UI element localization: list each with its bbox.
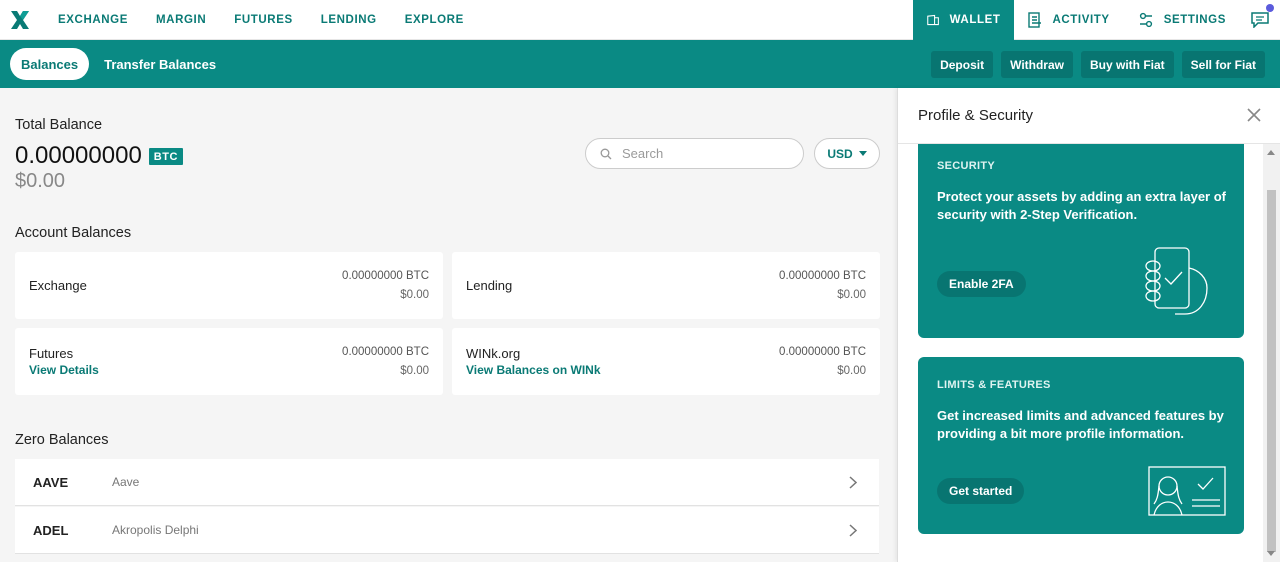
coin-symbol: ADEL — [33, 522, 69, 538]
close-icon[interactable] — [1247, 108, 1261, 122]
view-details-link[interactable]: View Details — [29, 363, 99, 377]
coin-name: Akropolis Delphi — [112, 523, 199, 537]
account-btc: 0.00000000 BTC — [342, 270, 429, 282]
chevron-right-icon — [849, 476, 857, 489]
nav-wallet[interactable]: WALLET — [913, 0, 1015, 40]
security-text: Protect your assets by adding an extra l… — [937, 189, 1226, 222]
scroll-down-icon[interactable] — [1267, 551, 1275, 556]
total-balance-usd: $0.00 — [15, 170, 66, 192]
coin-symbol: AAVE — [33, 474, 69, 490]
limits-kicker: LIMITS & FEATURES — [937, 379, 1051, 391]
wallet-icon — [927, 14, 940, 26]
account-balances-title: Account Balances — [15, 225, 132, 241]
account-btc: 0.00000000 BTC — [779, 270, 866, 282]
account-name: WINk.org — [466, 346, 521, 361]
get-started-button[interactable]: Get started — [937, 478, 1025, 504]
view-balances-wink-link[interactable]: View Balances on WINk — [466, 363, 601, 377]
nav-wallet-label: WALLET — [949, 14, 1001, 26]
account-usd: $0.00 — [837, 365, 866, 377]
nav-activity-label: ACTIVITY — [1052, 14, 1110, 26]
limits-card: LIMITS & FEATURES Get increased limits a… — [918, 357, 1244, 534]
withdraw-button[interactable]: Withdraw — [1001, 51, 1073, 78]
nav-settings-label: SETTINGS — [1163, 14, 1226, 26]
account-usd: $0.00 — [400, 365, 429, 377]
nav-exchange[interactable]: EXCHANGE — [44, 0, 142, 40]
account-name: Exchange — [29, 278, 87, 293]
profile-security-panel: Profile & Security SECURITY Protect your… — [897, 88, 1280, 562]
wallet-subnav: Balances Transfer Balances Deposit Withd… — [0, 40, 1280, 88]
account-card-lending[interactable]: Lending 0.00000000 BTC $0.00 — [452, 252, 880, 319]
nav-explore[interactable]: EXPLORE — [391, 0, 478, 40]
tab-balances[interactable]: Balances — [10, 48, 90, 80]
tab-transfer-balances[interactable]: Transfer Balances — [104, 57, 216, 72]
chat-icon — [1251, 12, 1269, 28]
wallet-actions: Deposit Withdraw Buy with Fiat Sell for … — [931, 51, 1265, 78]
security-kicker: SECURITY — [937, 160, 996, 172]
currency-select[interactable]: USD — [814, 138, 880, 169]
enable-2fa-button[interactable]: Enable 2FA — [937, 271, 1026, 297]
logo-icon[interactable] — [0, 0, 40, 40]
total-btc-value: 0.00000000 — [15, 142, 142, 169]
phone-verification-icon — [1145, 247, 1208, 315]
panel-title: Profile & Security — [898, 88, 1280, 144]
profile-id-icon — [1148, 466, 1226, 516]
scrollbar-thumb[interactable] — [1267, 190, 1276, 552]
account-name: Futures — [29, 346, 74, 361]
zero-balances-title: Zero Balances — [15, 432, 109, 448]
currency-value: USD — [827, 146, 853, 161]
balances-main: Total Balance 0.00000000 BTC $0.00 Searc… — [0, 88, 897, 562]
settings-icon — [1139, 12, 1152, 28]
deposit-button[interactable]: Deposit — [931, 51, 994, 78]
account-usd: $0.00 — [837, 289, 866, 301]
nav-margin[interactable]: MARGIN — [142, 0, 220, 40]
limits-text: Get increased limits and advanced featur… — [937, 408, 1224, 441]
chat-button[interactable] — [1240, 0, 1280, 40]
account-card-exchange[interactable]: Exchange 0.00000000 BTC $0.00 — [15, 252, 443, 319]
search-placeholder: Search — [622, 146, 664, 161]
nav-settings[interactable]: SETTINGS — [1124, 0, 1240, 40]
notification-dot — [1266, 4, 1274, 12]
main-nav-links: EXCHANGE MARGIN FUTURES LENDING EXPLORE — [44, 0, 478, 40]
sell-for-fiat-button[interactable]: Sell for Fiat — [1181, 51, 1265, 78]
coin-name: Aave — [112, 475, 140, 489]
top-navigation: EXCHANGE MARGIN FUTURES LENDING EXPLORE … — [0, 0, 1280, 40]
search-input[interactable]: Search — [585, 138, 804, 169]
nav-right: WALLET ACTIVITY SETTINGS — [913, 0, 1280, 40]
chevron-right-icon — [849, 524, 857, 537]
table-row[interactable]: ADEL Akropolis Delphi — [15, 507, 879, 554]
panel-scrollbar[interactable] — [1263, 144, 1280, 562]
table-row[interactable]: AAVE Aave — [15, 459, 879, 506]
account-usd: $0.00 — [400, 289, 429, 301]
account-name: Lending — [466, 278, 513, 293]
account-btc: 0.00000000 BTC — [342, 346, 429, 358]
total-balance-label: Total Balance — [15, 117, 103, 133]
nav-activity[interactable]: ACTIVITY — [1014, 0, 1123, 40]
activity-icon — [1028, 12, 1042, 28]
btc-badge: BTC — [148, 147, 183, 165]
scroll-up-icon[interactable] — [1267, 150, 1275, 155]
buy-with-fiat-button[interactable]: Buy with Fiat — [1080, 51, 1174, 78]
account-card-wink[interactable]: WINk.org View Balances on WINk 0.0000000… — [452, 328, 880, 395]
nav-lending[interactable]: LENDING — [307, 0, 391, 40]
account-card-futures[interactable]: Futures View Details 0.00000000 BTC $0.0… — [15, 328, 443, 395]
search-icon — [600, 148, 612, 159]
security-card: SECURITY Protect your assets by adding a… — [918, 144, 1244, 338]
nav-futures[interactable]: FUTURES — [220, 0, 307, 40]
chevron-down-icon — [858, 151, 867, 156]
account-btc: 0.00000000 BTC — [779, 346, 866, 358]
total-balance-btc: 0.00000000 BTC — [15, 142, 183, 170]
